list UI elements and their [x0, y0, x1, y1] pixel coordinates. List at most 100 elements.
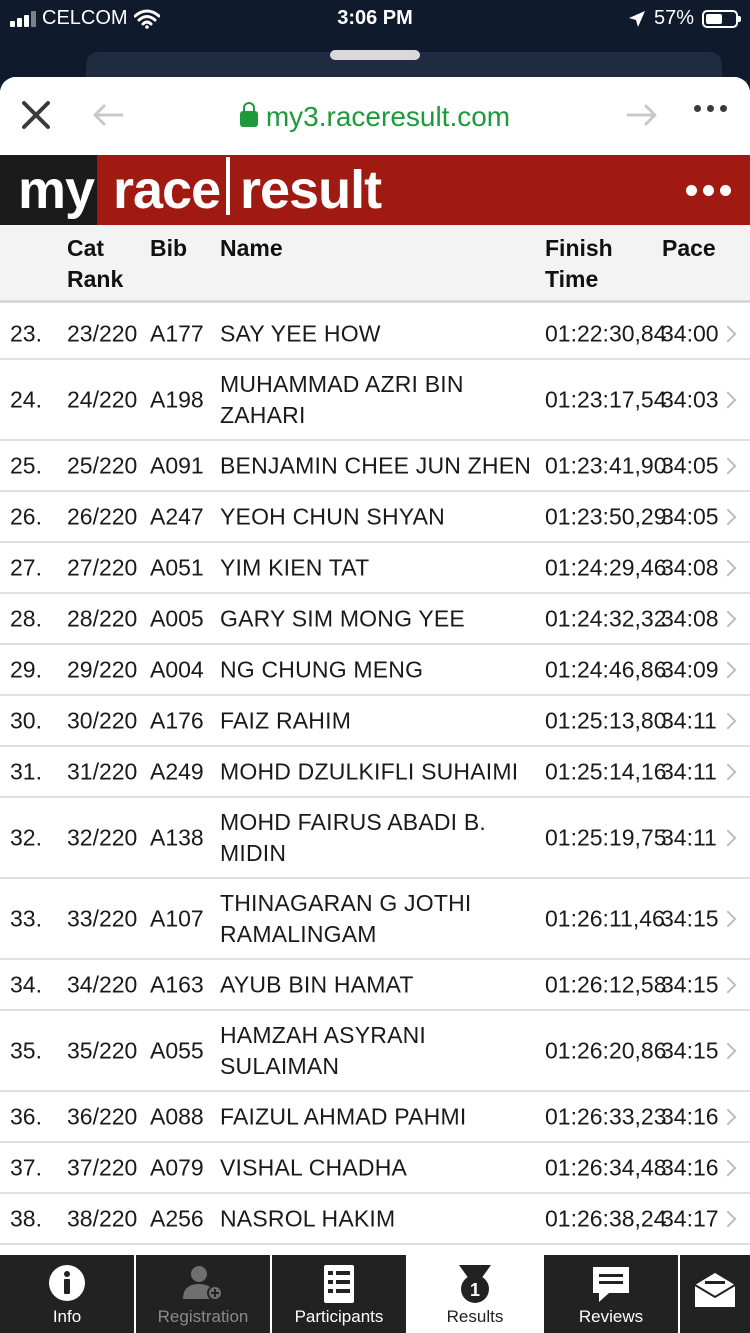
row-position: 25. — [10, 452, 42, 478]
table-row[interactable]: 23. 23/220 A177 01:22:30,84 34:00 SAY YEE HOW — [0, 309, 750, 360]
chevron-right-icon — [719, 763, 737, 780]
url-bar: my3.raceresult.com — [0, 77, 750, 155]
row-position: 29. — [10, 656, 42, 682]
chevron-right-icon — [719, 712, 737, 729]
forward-arrow-icon[interactable] — [626, 103, 658, 127]
row-pace: 34:17 — [661, 1205, 719, 1231]
table-row[interactable]: 28. 28/220 A005 01:24:32,32 34:08 GARY SIM MO… — [0, 594, 750, 645]
header-finish-time[interactable]: Finish Time — [545, 233, 613, 295]
row-finish-time: 01:26:33,23 — [545, 1103, 667, 1129]
menu-dots-icon[interactable] — [686, 185, 731, 196]
header-finish-line1: Finish — [545, 235, 613, 261]
row-cat-rank: 30/220 — [67, 707, 138, 733]
row-bib: A088 — [150, 1103, 204, 1129]
row-finish-time: 01:26:11,46 — [545, 905, 665, 931]
row-finish-time: 01:22:30,84 — [545, 320, 667, 346]
chevron-right-icon — [719, 1108, 737, 1125]
row-cat-rank: 32/220 — [67, 824, 138, 850]
tab-info[interactable]: Info — [0, 1255, 136, 1333]
header-cat-rank[interactable]: Cat Rank — [67, 233, 123, 295]
header-cat-rank-line1: Cat — [67, 235, 105, 261]
row-finish-time: 01:24:32,32 — [545, 605, 667, 631]
chevron-right-icon — [719, 910, 737, 927]
tab-contact[interactable] — [680, 1255, 750, 1333]
svg-text:1: 1 — [470, 1280, 480, 1300]
table-row[interactable]: 26. 26/220 A247 01:23:50,29 34:05 YEOH CHUN S… — [0, 492, 750, 543]
row-finish-time: 01:23:17,54 — [545, 386, 667, 412]
envelope-icon — [694, 1273, 736, 1307]
status-right: 57% — [628, 7, 741, 30]
table-row[interactable]: 25. 25/220 A091 01:23:41,90 34:05 BENJAMIN CH… — [0, 441, 750, 492]
row-name: SAY YEE HOW — [220, 320, 381, 346]
chat-icon — [593, 1267, 629, 1302]
chevron-right-icon — [719, 829, 737, 846]
row-cat-rank: 25/220 — [67, 452, 138, 478]
location-arrow-icon — [628, 10, 645, 27]
row-bib: A055 — [150, 1037, 204, 1063]
header-bib[interactable]: Bib — [150, 233, 187, 264]
row-bib: A005 — [150, 605, 204, 631]
tab-registration-label: Registration — [157, 1307, 249, 1326]
row-position: 27. — [10, 554, 42, 580]
tab-reviews-label: Reviews — [578, 1307, 644, 1326]
table-row[interactable]: 29. 29/220 A004 01:24:46,86 34:09 NG CHUNG ME… — [0, 645, 750, 696]
tab-registration[interactable]: Registration — [136, 1255, 272, 1333]
row-position: 26. — [10, 503, 42, 529]
row-bib: A138 — [150, 824, 204, 850]
info-icon — [49, 1265, 85, 1301]
table-row[interactable]: 31. 31/220 A249 01:25:14,16 34:11 MOHD DZULKI… — [0, 747, 750, 798]
table-row[interactable]: 36. 36/220 A088 01:26:33,23 34:16 FAIZUL AHMA… — [0, 1092, 750, 1143]
tab-participants[interactable]: Participants — [272, 1255, 408, 1333]
table-row[interactable]: 32. 32/220 A138 01:25:19,75 34:11 MOHD FAIRUS… — [0, 798, 750, 879]
row-position: 32. — [10, 824, 42, 850]
battery-fill — [706, 13, 722, 24]
row-bib: A004 — [150, 656, 204, 682]
table-row[interactable]: 35. 35/220 A055 01:26:20,86 34:15 HAMZAH ASYR… — [0, 1011, 750, 1092]
row-position: 30. — [10, 707, 42, 733]
table-row[interactable]: 30. 30/220 A176 01:25:13,80 34:11 FAIZ RAHIM — [0, 696, 750, 747]
header-pace[interactable]: Pace — [662, 233, 716, 264]
tab-info-label: Info — [52, 1307, 82, 1326]
row-cat-rank: 38/220 — [67, 1205, 138, 1231]
table-row[interactable]: 33. 33/220 A107 01:26:11,46 34:15 THINAGARAN … — [0, 879, 750, 960]
sheet-grabber[interactable] — [330, 50, 420, 60]
chevron-right-icon — [719, 1210, 737, 1227]
row-name: AYUB BIN HAMAT — [220, 971, 414, 997]
row-cat-rank: 28/220 — [67, 605, 138, 631]
row-cat-rank: 33/220 — [67, 905, 138, 931]
row-name: NG CHUNG MENG — [220, 656, 424, 682]
chevron-right-icon — [719, 661, 737, 678]
row-name: THINAGARAN G JOTHI RAMALINGAM — [220, 889, 472, 947]
table-row[interactable]: 38. 38/220 A256 01:26:38,24 34:17 NASROL HAKI… — [0, 1194, 750, 1245]
tab-results[interactable]: 1 Results — [408, 1255, 544, 1333]
row-bib: A177 — [150, 320, 204, 346]
row-finish-time: 01:26:38,24 — [545, 1205, 667, 1231]
row-bib: A198 — [150, 386, 204, 412]
row-name: VISHAL CHADHA — [220, 1154, 408, 1180]
tab-participants-label: Participants — [294, 1307, 384, 1326]
row-position: 31. — [10, 758, 42, 784]
row-pace: 34:11 — [661, 707, 717, 733]
row-pace: 34:09 — [661, 656, 719, 682]
row-cat-rank: 26/220 — [67, 503, 138, 529]
row-pace: 34:05 — [661, 503, 719, 529]
more-options-icon[interactable] — [694, 105, 727, 112]
tab-reviews[interactable]: Reviews — [544, 1255, 680, 1333]
row-name: FAIZ RAHIM — [220, 707, 352, 733]
tab-bar: Info Registration Participants 1 Results — [0, 1255, 750, 1333]
table-row[interactable]: 37. 37/220 A079 01:26:34,48 34:16 VISHAL CHAD… — [0, 1143, 750, 1194]
url-text: my3.raceresult.com — [265, 101, 511, 132]
header-name[interactable]: Name — [220, 233, 283, 264]
table-row[interactable]: 34. 34/220 A163 01:26:12,58 34:15 AYUB BIN HA… — [0, 960, 750, 1011]
table-row[interactable]: 27. 27/220 A051 01:24:29,46 34:08 YIM KIEN TA… — [0, 543, 750, 594]
row-finish-time: 01:23:41,90 — [545, 452, 667, 478]
table-row[interactable]: 24. 24/220 A198 01:23:17,54 34:03 MUHAMMAD AZ… — [0, 360, 750, 441]
brand-logo-result: result — [240, 160, 382, 220]
header-cat-rank-line2: Rank — [67, 266, 124, 292]
medal-icon: 1 — [459, 1265, 491, 1303]
row-cat-rank: 34/220 — [67, 971, 138, 997]
chevron-right-icon — [719, 976, 737, 993]
row-name: HAMZAH ASYRANI SULAIMAN — [220, 1021, 427, 1079]
row-name: BENJAMIN CHEE JUN ZHEN — [220, 452, 532, 478]
brand-header: my race result — [0, 155, 750, 225]
